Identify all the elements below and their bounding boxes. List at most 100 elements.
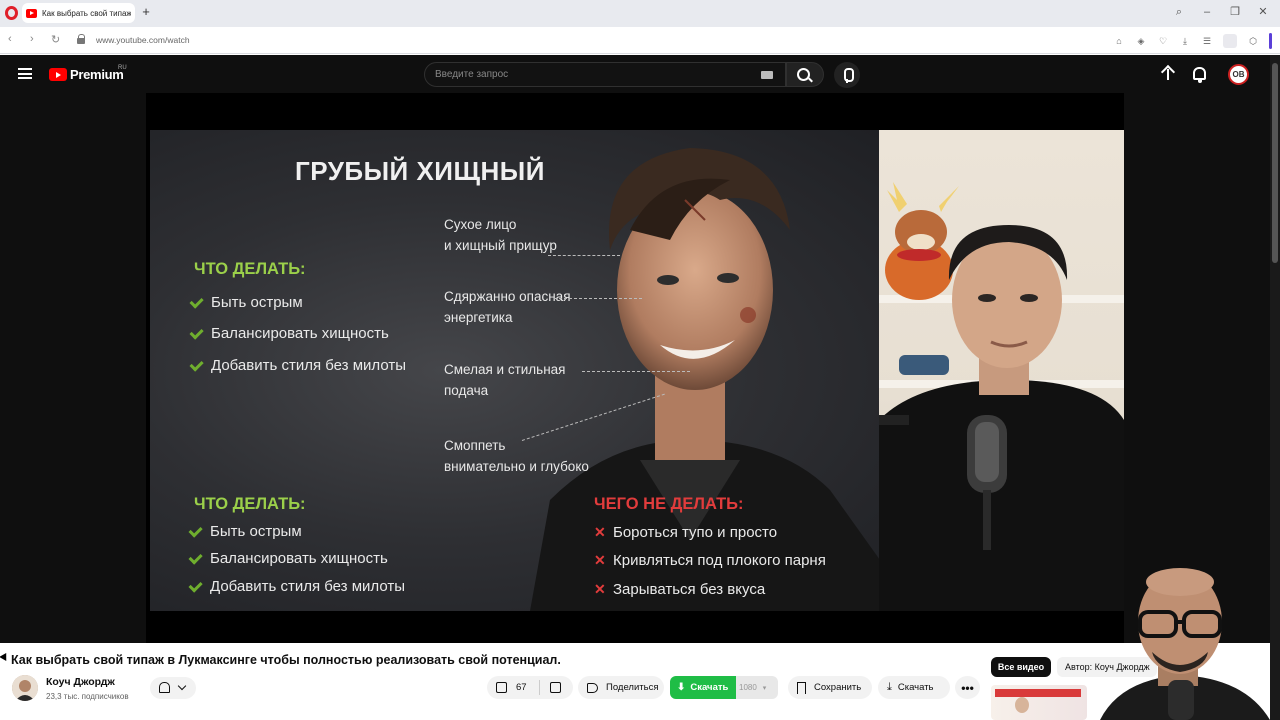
do-item: Быть острым [188, 523, 302, 540]
streamer-facecam-overlay [1100, 568, 1270, 720]
hamburger-menu-icon[interactable] [18, 68, 32, 79]
camera-icon[interactable]: ⌂ [1113, 34, 1125, 48]
check-icon [189, 294, 204, 309]
cross-icon: ✕ [594, 552, 606, 568]
recommended-video-thumbnail[interactable] [991, 685, 1087, 720]
window-controls: ⌕ – ❐ ✕ [1172, 4, 1270, 20]
like-count: 67 [516, 682, 527, 693]
channel-avatar-image [12, 675, 38, 701]
annotation-2: Сдяржанно опасная энергетика [444, 289, 571, 325]
presenter-illustration [879, 182, 1124, 611]
back-icon[interactable]: ‹ [8, 33, 12, 45]
bell-icon [159, 682, 170, 693]
forward-icon[interactable]: › [30, 33, 34, 45]
account-avatar[interactable]: OB [1228, 64, 1249, 85]
dislike-icon[interactable] [549, 682, 561, 693]
extensions-icon[interactable]: ⬡ [1247, 34, 1259, 48]
download-quality-select[interactable]: 1080 ▾ [736, 676, 778, 699]
reload-icon[interactable]: ↻ [51, 33, 60, 46]
annotation-4: Смоппеть внимательно и глубоко [444, 438, 589, 474]
download-arrow-icon: ⬇ [677, 682, 686, 693]
do-item: Балансировать хищность [189, 325, 389, 342]
dont-item: ✕ Бороться тупо и просто [594, 524, 778, 541]
youtube-header: Premium RU Введите запрос OB [0, 55, 1270, 93]
video-slide: ГРУБЫЙ ХИЩНЫЙ ЧТО ДЕЛАТЬ: Быть острым Ба… [150, 130, 879, 611]
tab-title: Как выбрать свой типаж [42, 8, 131, 18]
do-item: Балансировать хищность [188, 550, 388, 567]
browser-address-bar: ‹ › ↻ www.youtube.com/watch ⌂ ◈ ♡ ⤓ ☰ ⬡ [0, 27, 1280, 54]
check-icon [189, 357, 204, 372]
download-quality-value: 1080 [739, 683, 757, 692]
slide-title: ГРУБЫЙ ХИЩНЫЙ [295, 156, 545, 186]
channel-name[interactable]: Коуч Джордж [46, 676, 115, 688]
keyboard-icon[interactable] [761, 71, 773, 79]
channel-avatar[interactable] [12, 675, 38, 701]
video-player[interactable]: ГРУБЫЙ ХИЩНЫЙ ЧТО ДЕЛАТЬ: Быть острым Ба… [146, 93, 1124, 643]
menu-lines-icon[interactable]: ☰ [1201, 34, 1213, 48]
browser-tab-bar: Как выбрать свой типаж + ⌕ – ❐ ✕ [0, 0, 1280, 27]
more-actions-button[interactable]: ••• [955, 676, 980, 699]
scroll-thumb[interactable] [1272, 63, 1278, 263]
sidebar-toggle[interactable] [1269, 33, 1272, 49]
youtube-favicon-icon [26, 8, 37, 18]
video-title: Как выбрать свой типаж в Лукмаксинге что… [11, 653, 561, 667]
shield-icon[interactable]: ◈ [1135, 34, 1147, 48]
cross-icon: ✕ [594, 524, 606, 540]
url-field[interactable]: www.youtube.com/watch [96, 35, 190, 45]
dont-item: ✕ Кривляться под плокого парня [594, 552, 826, 569]
do-item: Быть острым [189, 294, 303, 311]
like-dislike-group: 67 [487, 676, 573, 699]
youtube-logo-icon[interactable] [49, 68, 67, 81]
opera-logo-icon[interactable] [5, 6, 18, 20]
annotation-line [554, 298, 642, 299]
do-heading-top: ЧТО ДЕЛАТЬ: [194, 260, 306, 278]
share-button[interactable]: Поделиться [578, 676, 664, 699]
youtube-logo-text[interactable]: Premium [70, 67, 124, 82]
region-code: RU [118, 65, 127, 71]
address-bar-tools: ⌂ ◈ ♡ ⤓ ☰ ⬡ [1113, 33, 1272, 49]
profile-icon[interactable] [1223, 34, 1237, 48]
lock-icon [77, 34, 85, 44]
caret-down-icon: ▾ [762, 684, 767, 692]
extension-download-label: Скачать [690, 682, 729, 693]
chip-all-videos[interactable]: Все видео [991, 657, 1051, 677]
maximize-icon[interactable]: ❐ [1228, 4, 1242, 20]
extension-download-button[interactable]: ⬇ Скачать [670, 676, 736, 699]
voice-search-mic-icon[interactable] [834, 62, 860, 88]
download-icon[interactable]: ⤓ [1179, 34, 1191, 48]
download-button[interactable]: ⤓ Скачать [878, 676, 950, 699]
like-divider [538, 680, 540, 695]
dont-heading: ЧЕГО НЕ ДЕЛАТЬ: [594, 495, 744, 513]
check-icon [189, 325, 204, 340]
do-heading-bottom: ЧТО ДЕЛАТЬ: [194, 495, 306, 513]
annotation-line [548, 255, 620, 256]
save-playlist-icon [797, 681, 806, 694]
download-icon: ⤓ [887, 681, 892, 693]
save-button[interactable]: Сохранить [788, 676, 872, 699]
dont-item: ✕ Зарываться без вкуса [594, 581, 766, 598]
cross-icon: ✕ [594, 581, 606, 597]
annotation-3: Смелая и стильная подача [444, 362, 566, 398]
subscription-bell-button[interactable] [150, 677, 196, 699]
check-icon [188, 578, 203, 593]
browser-tab-active[interactable]: Как выбрать свой типаж [22, 3, 135, 23]
search-placeholder: Введите запрос [435, 69, 509, 80]
save-label: Сохранить [814, 682, 862, 693]
annotation-1: Сухое лицо и хищный прищур [444, 217, 557, 253]
presenter-webcam [879, 130, 1124, 611]
check-icon [188, 523, 203, 538]
annotation-line [582, 371, 690, 372]
minimize-icon[interactable]: – [1200, 4, 1214, 20]
like-icon[interactable] [496, 682, 507, 693]
upload-icon[interactable] [1161, 66, 1175, 82]
do-item: Добавить стиля без милоты [189, 357, 406, 374]
chevron-down-icon [177, 681, 187, 691]
search-input[interactable]: Введите запрос [424, 62, 786, 87]
browser-search-icon[interactable]: ⌕ [1172, 4, 1186, 20]
notifications-bell-icon[interactable] [1193, 67, 1206, 83]
close-icon[interactable]: ✕ [1256, 4, 1270, 20]
thumbnail-banner [995, 689, 1081, 697]
new-tab-plus-icon[interactable]: + [139, 5, 153, 19]
heart-icon[interactable]: ♡ [1157, 34, 1169, 48]
search-button[interactable] [786, 62, 824, 87]
